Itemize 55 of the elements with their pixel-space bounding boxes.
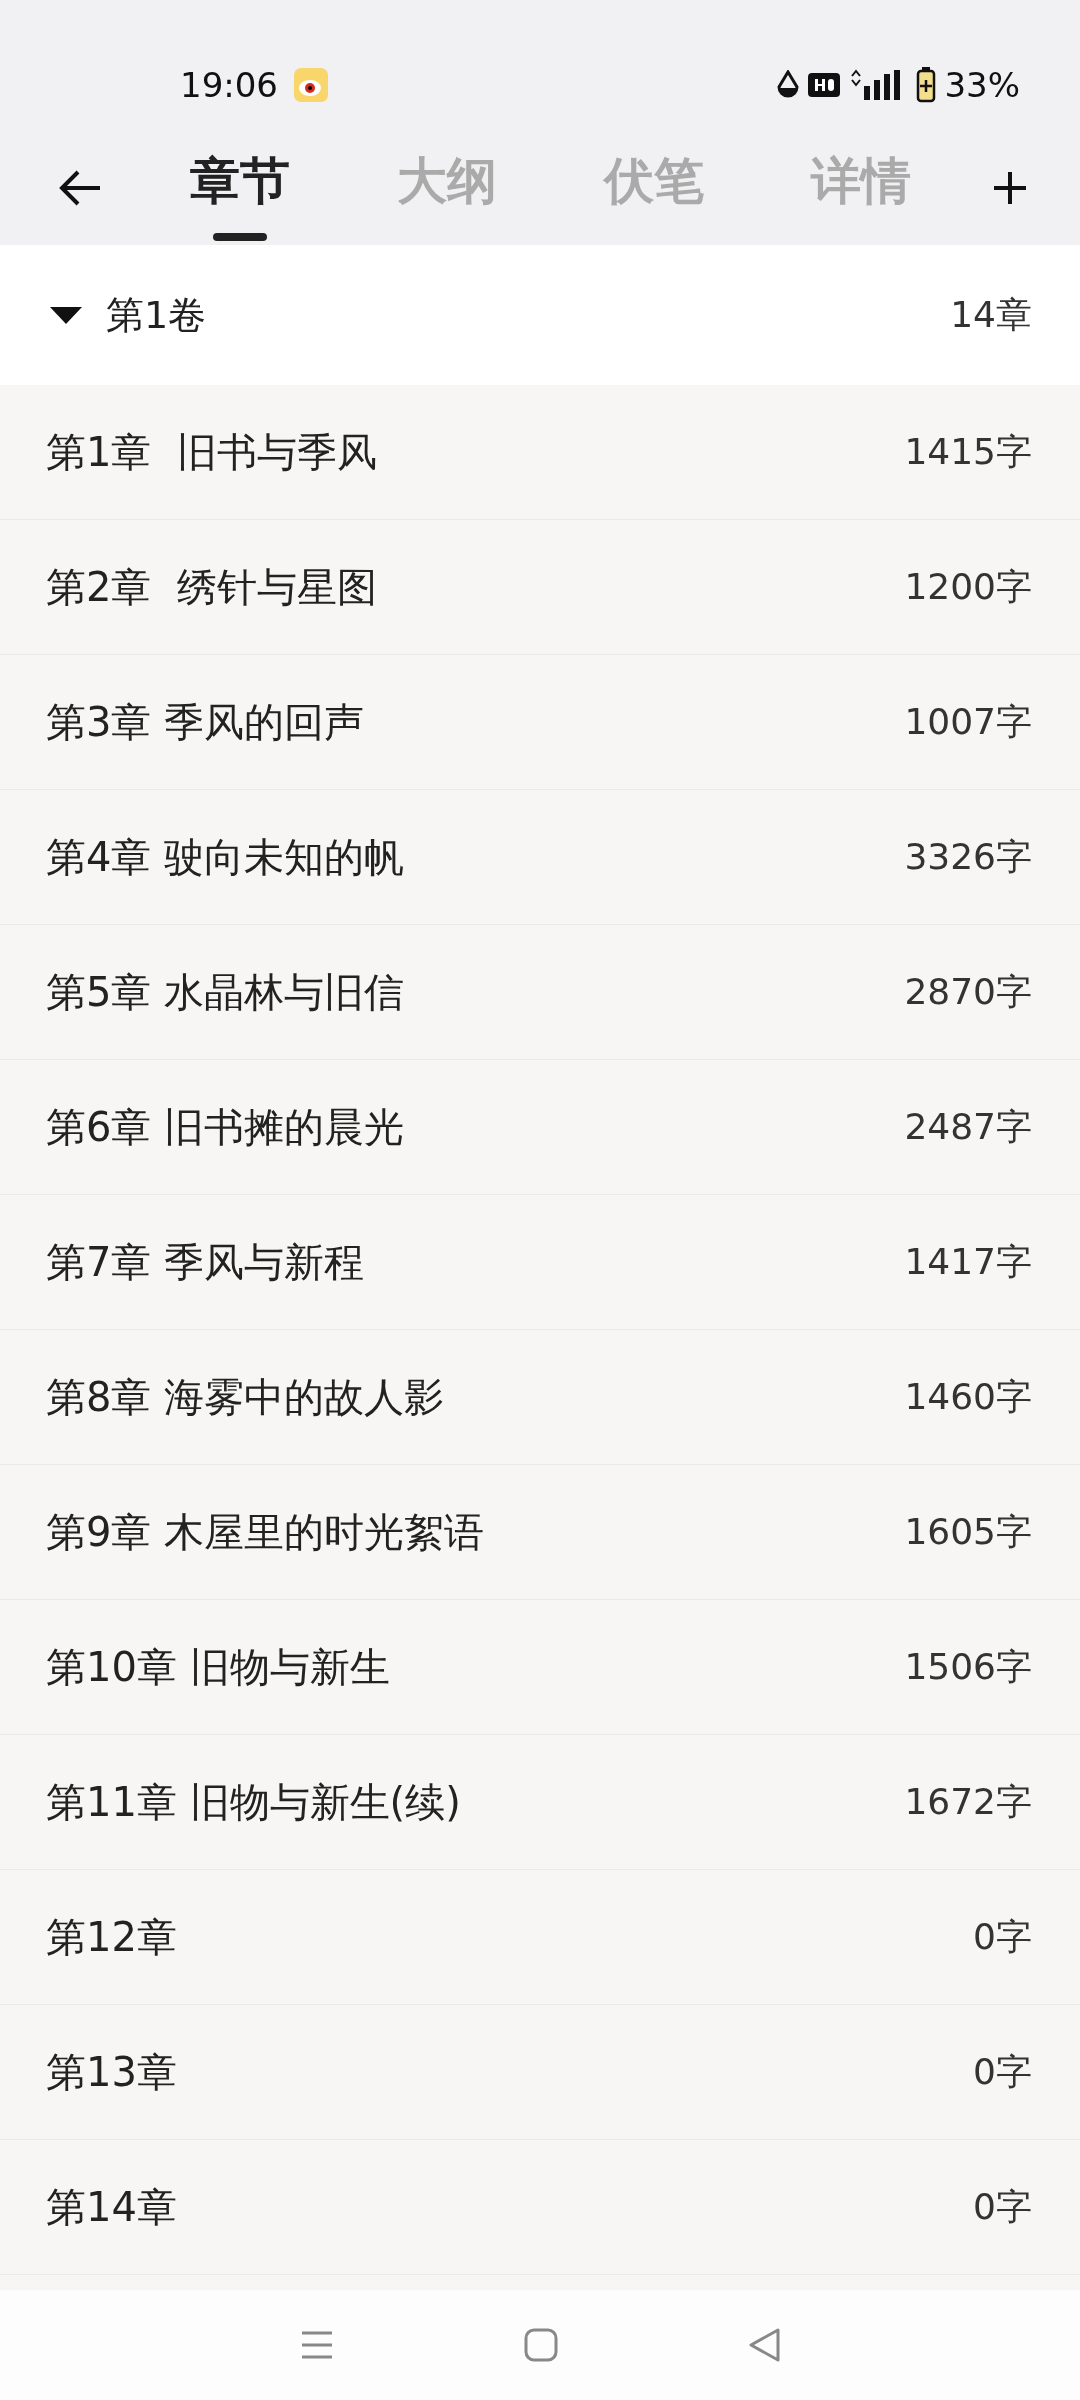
word-count: 3326字	[904, 835, 1032, 879]
chapter-title: 第14章	[46, 2183, 177, 2232]
chapter-row[interactable]: 第3章 季风的回声 1007字	[0, 655, 1080, 790]
battery-percent: 33%	[944, 63, 1020, 107]
word-count: 1605字	[904, 1510, 1032, 1554]
status-time: 19:06	[180, 63, 278, 107]
chapter-row[interactable]: 第14章 0字	[0, 2140, 1080, 2275]
word-count: 1672字	[904, 1780, 1032, 1824]
menu-icon[interactable]	[300, 2330, 334, 2360]
chapter-title: 第9章 木屋里的时光絮语	[46, 1508, 485, 1557]
chapter-row[interactable]: 第4章 驶向未知的帆 3326字	[0, 790, 1080, 925]
chapter-title: 第10章 旧物与新生	[46, 1643, 390, 1692]
battery-icon	[916, 67, 937, 103]
chapter-row[interactable]: 第10章 旧物与新生 1506字	[0, 1600, 1080, 1735]
chapter-row[interactable]: 第11章 旧物与新生(续) 1672字	[0, 1735, 1080, 1870]
chapter-title: 第2章 绣针与星图	[46, 563, 377, 612]
word-count: 0字	[973, 2185, 1032, 2229]
chapter-title: 第1章 旧书与季风	[46, 428, 377, 477]
chapter-title: 第7章 季风与新程	[46, 1238, 365, 1287]
chapter-title: 第3章 季风的回声	[46, 698, 365, 747]
word-count: 0字	[973, 2050, 1032, 2094]
word-count: 2487字	[904, 1105, 1032, 1149]
chapter-row[interactable]: 第9章 木屋里的时光絮语 1605字	[0, 1465, 1080, 1600]
tab[interactable]: 章节	[189, 144, 290, 241]
chapter-title: 第13章	[46, 2048, 177, 2097]
chapter-title: 第12章	[46, 1913, 177, 1962]
chapter-title: 第5章 水晶林与旧信	[46, 968, 405, 1017]
home-icon[interactable]	[524, 2328, 558, 2362]
chapter-title: 第6章 旧书摊的晨光	[46, 1103, 405, 1152]
chapter-title: 第4章 驶向未知的帆	[46, 833, 405, 882]
hd-icon	[808, 73, 841, 97]
word-count: 1417字	[904, 1240, 1032, 1284]
volume-title: 第1卷	[106, 291, 207, 339]
app-notification-icon	[294, 68, 328, 102]
word-count: 1506字	[904, 1645, 1032, 1689]
word-count: 1415字	[904, 430, 1032, 474]
volume-header[interactable]: 第1卷 14章	[0, 245, 1080, 385]
word-count: 1007字	[904, 700, 1032, 744]
word-count: 1200字	[904, 565, 1032, 609]
chapter-row[interactable]: 第13章 0字	[0, 2005, 1080, 2140]
word-count: 1460字	[904, 1375, 1032, 1419]
chapter-title: 第8章 海雾中的故人影	[46, 1373, 445, 1422]
chapter-row[interactable]: 第5章 水晶林与旧信 2870字	[0, 925, 1080, 1060]
chapter-count: 14章	[950, 293, 1032, 337]
chapter-row[interactable]: 第12章 0字	[0, 1870, 1080, 2005]
chapter-row[interactable]: 第1章 旧书与季风 1415字	[0, 385, 1080, 520]
chapter-row[interactable]: 第2章 绣针与星图 1200字	[0, 520, 1080, 655]
back-icon[interactable]	[748, 2327, 780, 2363]
chapter-row[interactable]: 第7章 季风与新程 1417字	[0, 1195, 1080, 1330]
drop-icon	[776, 70, 801, 100]
word-count: 0字	[973, 1915, 1032, 1959]
chapter-row[interactable]: 第6章 旧书摊的晨光 2487字	[0, 1060, 1080, 1195]
chapter-row[interactable]: 第8章 海雾中的故人影 1460字	[0, 1330, 1080, 1465]
chapter-title: 第11章 旧物与新生(续)	[46, 1778, 461, 1827]
word-count: 2870字	[904, 970, 1032, 1014]
